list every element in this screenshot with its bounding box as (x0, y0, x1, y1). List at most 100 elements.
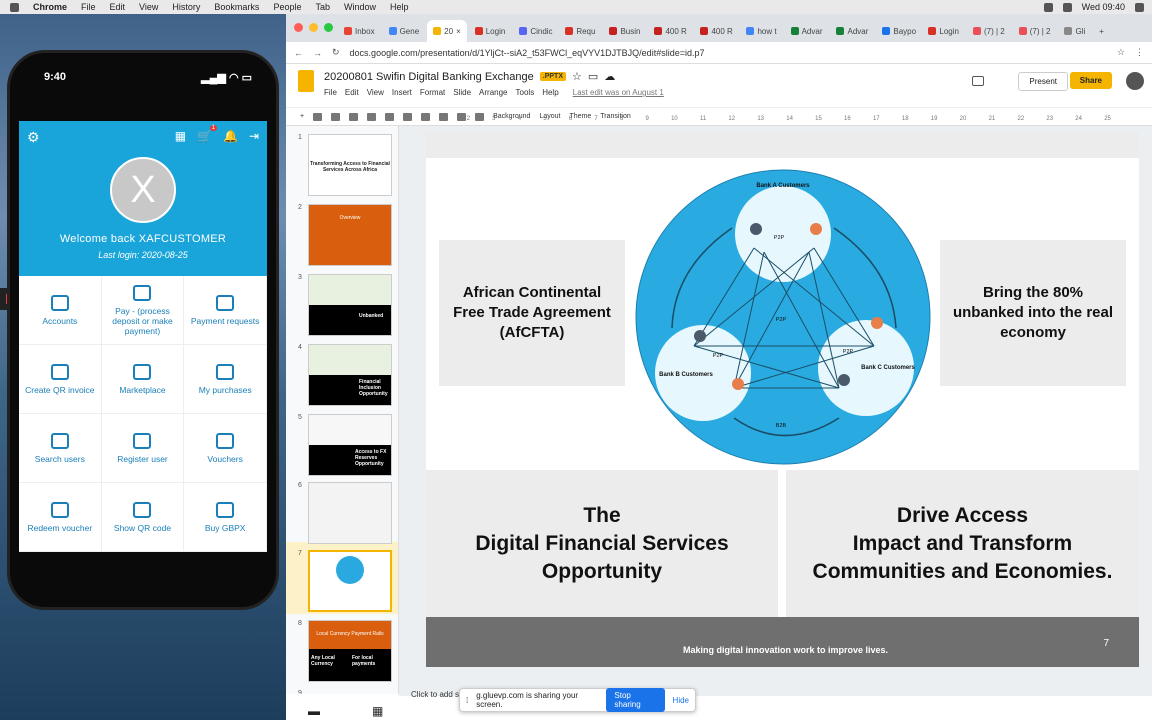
slide-thumb-1[interactable]: Transforming Access to Financial Service… (308, 134, 392, 196)
tile-create-qr-invoice[interactable]: Create QR invoice (19, 345, 102, 414)
extensions-icon[interactable]: ⋮ (1135, 47, 1144, 58)
drag-handle-icon[interactable]: ⁞ (466, 696, 468, 705)
print-icon[interactable] (349, 112, 359, 121)
zoom-icon[interactable] (367, 112, 377, 121)
tab-busin[interactable]: Busin (603, 20, 646, 42)
tile-my-purchases[interactable]: My purchases (184, 345, 267, 414)
tab-gli[interactable]: Gli (1058, 20, 1091, 42)
tile-vouchers[interactable]: Vouchers (184, 414, 267, 483)
tab-advar-b[interactable]: Advar (830, 20, 874, 42)
slide-thumb-4[interactable]: Financial Inclusion Opportunity (308, 344, 392, 406)
slide-thumb-7[interactable] (308, 550, 392, 612)
logout-icon[interactable]: ⇥ (249, 129, 259, 143)
speaker-notes[interactable]: Click to add s (411, 690, 459, 699)
docs-menu-edit[interactable]: Edit (345, 88, 359, 97)
url-field[interactable]: docs.google.com/presentation/d/1YljCt--s… (350, 48, 1107, 58)
tile-payment-requests[interactable]: Payment requests (184, 276, 267, 345)
tile-buy-gbpx[interactable]: Buy GBPX (184, 483, 267, 552)
tab-slides-active[interactable]: 20 × (427, 20, 467, 42)
tab-400-b[interactable]: 400 R (694, 20, 738, 42)
document-title[interactable]: 20200801 Swifin Digital Banking Exchange (324, 71, 534, 83)
last-edit-link[interactable]: Last edit was on August 1 (573, 88, 664, 97)
current-slide[interactable]: African Continental Free Trade Agreement… (426, 132, 1139, 667)
slide-thumb-2[interactable]: Overview (308, 204, 392, 266)
close-window-button[interactable] (294, 23, 303, 32)
digital-financial-services-box[interactable]: The Digital Financial Services Opportuni… (426, 470, 778, 617)
undo-icon[interactable] (313, 112, 323, 121)
menu-view[interactable]: View (139, 2, 158, 12)
star-doc-icon[interactable]: ☆ (572, 70, 582, 83)
cart-icon[interactable]: 🛒 1 (197, 125, 217, 143)
tab-400-a[interactable]: 400 R (648, 20, 692, 42)
star-icon[interactable]: ☆ (1117, 47, 1125, 58)
menu-app-name[interactable]: Chrome (33, 2, 67, 12)
p2p-network-diagram[interactable]: Bank A Customers Bank B Customers Bank C… (634, 168, 932, 466)
tile-redeem-voucher[interactable]: Redeem voucher (19, 483, 102, 552)
menu-tab[interactable]: Tab (315, 2, 330, 12)
menu-bookmarks[interactable]: Bookmarks (214, 2, 259, 12)
tab-requ[interactable]: Requ (559, 20, 601, 42)
tab-cindic[interactable]: Cindic (513, 20, 557, 42)
menu-edit[interactable]: Edit (110, 2, 126, 12)
slide-thumb-3[interactable]: Unbanked (308, 274, 392, 336)
docs-menu-tools[interactable]: Tools (516, 88, 535, 97)
apple-icon[interactable] (10, 2, 19, 12)
tab-7-b[interactable]: (7) | 2 (1013, 20, 1057, 42)
tab-gene[interactable]: Gene (383, 20, 426, 42)
present-button[interactable]: Present (1018, 72, 1068, 91)
drive-access-box[interactable]: Drive Access Impact and Transform Commun… (786, 470, 1139, 617)
redo-icon[interactable] (331, 112, 341, 121)
minimize-window-button[interactable] (309, 23, 318, 32)
stop-sharing-button[interactable]: Stop sharing (606, 688, 665, 712)
tab-inbox[interactable]: Inbox (338, 20, 381, 42)
tile-pay[interactable]: Pay - (process deposit or make payment) (101, 276, 185, 345)
tile-register-user[interactable]: Register user (101, 414, 185, 483)
list-view-icon[interactable]: ▬ (308, 704, 320, 718)
docs-menu-view[interactable]: View (367, 88, 384, 97)
back-icon[interactable]: ← (294, 48, 303, 58)
menu-history[interactable]: History (172, 2, 200, 12)
docs-menu-help[interactable]: Help (542, 88, 558, 97)
menu-help[interactable]: Help (390, 2, 409, 12)
menu-window[interactable]: Window (344, 2, 376, 12)
comment-icon[interactable] (972, 76, 984, 86)
reload-icon[interactable]: ↻ (332, 47, 340, 58)
forward-icon[interactable]: → (313, 48, 322, 58)
slide-thumb-5[interactable]: Access to FX Reserves Opportunity (308, 414, 392, 476)
docs-menu-insert[interactable]: Insert (392, 88, 412, 97)
tab-how-t[interactable]: how t (740, 20, 782, 42)
search-icon[interactable] (1135, 2, 1144, 12)
new-tab-button[interactable]: + (1093, 20, 1110, 42)
grid-view-icon[interactable]: ▦ (372, 704, 383, 718)
move-folder-icon[interactable]: ▭ (588, 70, 598, 83)
gear-icon[interactable]: ⚙ (27, 129, 40, 146)
hide-button[interactable]: Hide (673, 696, 689, 705)
tab-baypo[interactable]: Baypo (876, 20, 920, 42)
close-tab-icon[interactable]: × (456, 27, 461, 36)
share-button[interactable]: Share (1069, 72, 1112, 89)
slide-thumb-6[interactable] (308, 482, 392, 544)
tab-7-a[interactable]: (7) | 2 (967, 20, 1011, 42)
tab-advar-a[interactable]: Advar (785, 20, 829, 42)
wifi-icon[interactable] (1043, 2, 1053, 12)
slides-logo-icon[interactable] (298, 70, 314, 92)
tab-login-2[interactable]: Login (922, 20, 965, 42)
docs-menu-arrange[interactable]: Arrange (479, 88, 507, 97)
menubar-clock[interactable]: Wed 09:40 (1082, 2, 1125, 12)
avatar[interactable]: X (110, 157, 176, 223)
battery-icon[interactable] (1062, 2, 1072, 12)
tile-show-qr-code[interactable]: Show QR code (101, 483, 185, 552)
unbanked-box[interactable]: Bring the 80% unbanked into the real eco… (940, 240, 1126, 386)
slide-thumb-8[interactable]: Local Currency Payment Rails Any Local Cu… (308, 620, 392, 682)
new-slide-icon[interactable]: + (300, 113, 304, 120)
tile-search-users[interactable]: Search users (19, 414, 102, 483)
menu-people[interactable]: People (273, 2, 301, 12)
menu-file[interactable]: File (81, 2, 96, 12)
tile-marketplace[interactable]: Marketplace (101, 345, 185, 414)
tile-accounts[interactable]: Accounts (19, 276, 102, 345)
qr-scan-icon[interactable]: ▦ (175, 129, 186, 143)
user-avatar[interactable] (1126, 72, 1144, 90)
select-icon[interactable] (385, 112, 395, 121)
tab-login[interactable]: Login (469, 20, 512, 42)
afcfta-box[interactable]: African Continental Free Trade Agreement… (439, 240, 625, 386)
